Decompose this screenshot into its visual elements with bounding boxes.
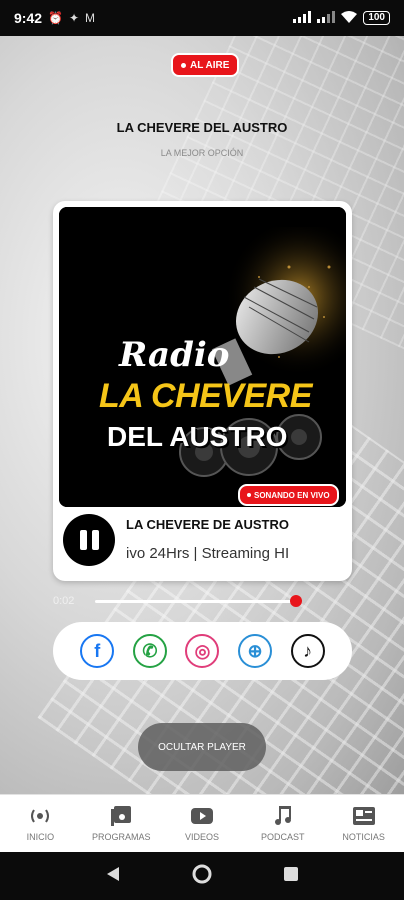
signal-2-icon bbox=[317, 10, 336, 26]
back-icon[interactable] bbox=[105, 866, 121, 887]
station-title: LA CHEVERE DEL AUSTRO bbox=[116, 120, 288, 135]
battery-icon: 100 bbox=[363, 11, 390, 25]
playing-dot-icon bbox=[247, 493, 251, 497]
track-title: LA CHEVERE DE AUSTRO bbox=[126, 517, 289, 532]
nav-item-noticias[interactable]: NOTICIAS bbox=[323, 795, 404, 852]
live-dot-icon bbox=[181, 62, 186, 68]
tiktok-icon[interactable]: ♪ bbox=[290, 634, 325, 668]
pause-icon-bar bbox=[91, 530, 99, 550]
progress-track[interactable] bbox=[95, 600, 300, 603]
music-note-icon bbox=[274, 805, 292, 826]
alarm-icon: ⏰ bbox=[48, 11, 63, 25]
nav-label: INICIO bbox=[26, 831, 55, 842]
cover-art: Radio LA CHEVERE DEL AUSTRO bbox=[59, 207, 346, 507]
facebook-icon[interactable]: f bbox=[80, 634, 115, 668]
wifi-icon bbox=[341, 10, 358, 26]
system-nav bbox=[0, 852, 404, 900]
bottom-nav: INICIO PROGRAMAS VIDEOS PODCAST NOTICIAS bbox=[0, 794, 404, 852]
pause-button[interactable] bbox=[63, 514, 115, 566]
cover-text-radio: Radio bbox=[119, 335, 230, 375]
whatsapp-icon[interactable]: ✆ bbox=[132, 634, 167, 668]
playing-badge-label: SONANDO EN VIVO bbox=[254, 490, 330, 500]
instagram-icon[interactable]: ◎ bbox=[185, 634, 220, 668]
playing-live-badge: SONANDO EN VIVO bbox=[238, 484, 339, 506]
nav-label: VIDEOS bbox=[184, 831, 219, 842]
signal-icon bbox=[293, 10, 312, 26]
clock: 9:42 bbox=[14, 10, 43, 26]
nav-label: PROGRAMAS bbox=[91, 831, 151, 842]
live-badge: AL AIRE bbox=[171, 53, 240, 77]
nav-item-podcast[interactable]: PODCAST bbox=[242, 795, 323, 852]
recents-icon[interactable] bbox=[283, 866, 299, 887]
hide-player-button[interactable]: OCULTAR PLAYER bbox=[138, 723, 266, 771]
nav-label: PODCAST bbox=[261, 831, 305, 842]
cover-text-region: DEL AUSTRO bbox=[107, 421, 288, 452]
track-marquee: ivo 24Hrs | Streaming HI bbox=[126, 545, 290, 562]
notification-icon: ✦ bbox=[68, 11, 80, 25]
youtube-icon bbox=[190, 806, 213, 826]
broadcast-icon bbox=[29, 806, 51, 826]
station-subtitle: LA MEJOR OPCIÓN bbox=[160, 148, 244, 158]
home-icon[interactable] bbox=[192, 864, 212, 889]
nav-label: NOTICIAS bbox=[342, 831, 385, 842]
elapsed-time: 0:02 bbox=[53, 595, 75, 607]
progress-thumb[interactable] bbox=[289, 595, 302, 607]
playlist-icon bbox=[111, 805, 132, 826]
website-icon[interactable]: ⊕ bbox=[238, 634, 273, 668]
pause-icon bbox=[79, 530, 87, 550]
news-icon bbox=[352, 806, 375, 826]
player-card: Radio LA CHEVERE DEL AUSTRO SONANDO EN V… bbox=[53, 201, 352, 581]
status-bar: 9:42 ⏰ ✦ M 100 bbox=[0, 0, 404, 36]
nav-item-programas[interactable]: PROGRAMAS bbox=[81, 795, 162, 852]
social-bar: f ✆ ◎ ⊕ ♪ bbox=[53, 622, 352, 680]
live-badge-label: AL AIRE bbox=[190, 59, 230, 71]
nav-item-inicio[interactable]: INICIO bbox=[0, 795, 81, 852]
nav-item-videos[interactable]: VIDEOS bbox=[162, 795, 243, 852]
gmail-icon: M bbox=[85, 11, 96, 25]
cover-text-station: LA CHEVERE bbox=[99, 377, 312, 415]
